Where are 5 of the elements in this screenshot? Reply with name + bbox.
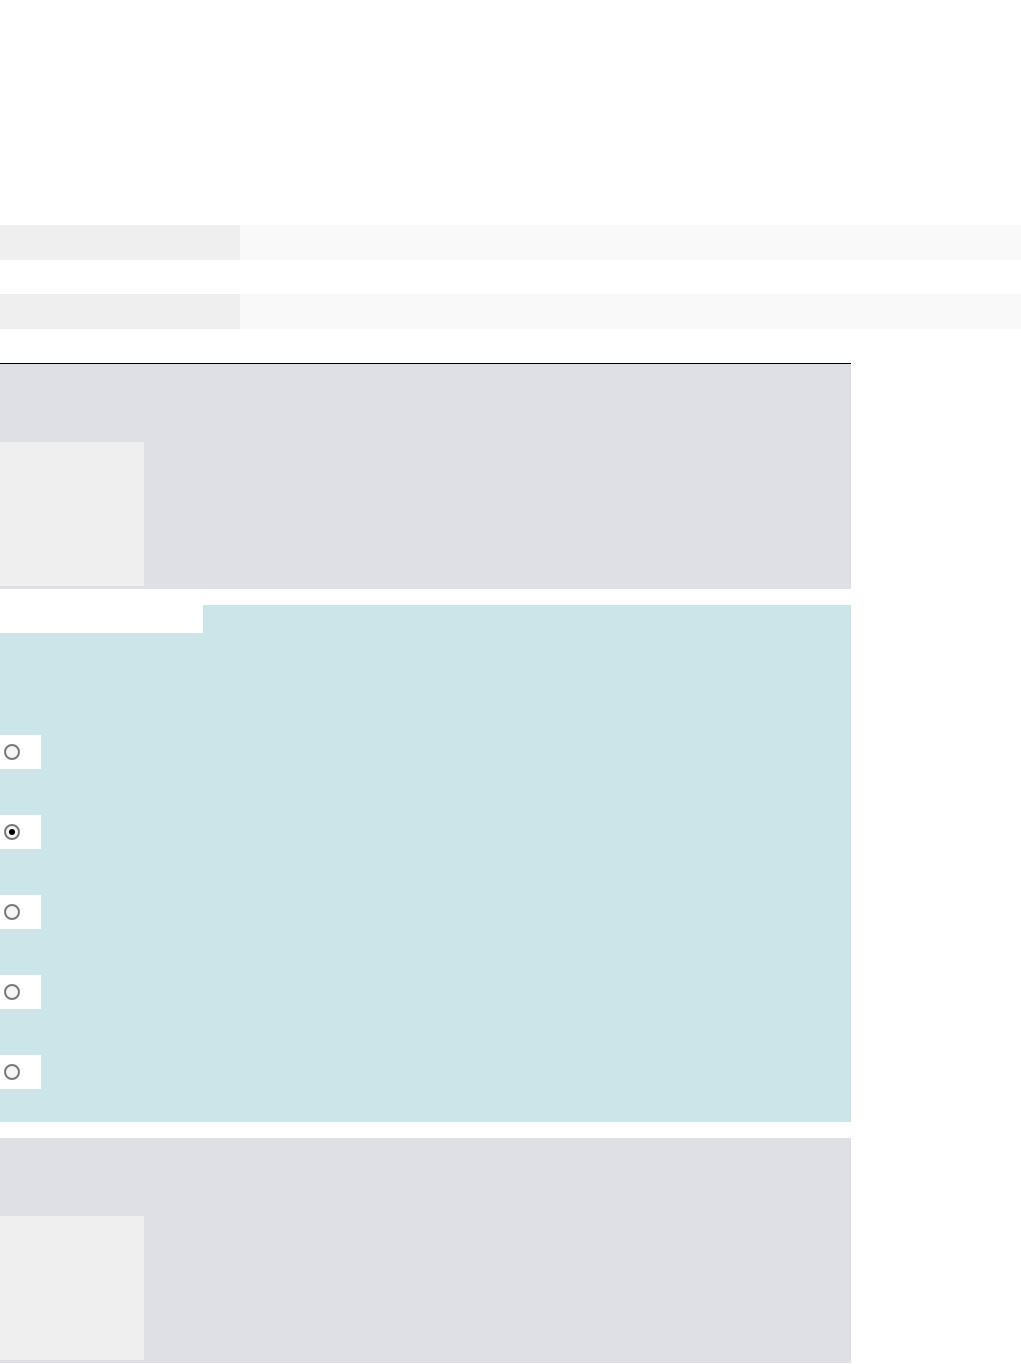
radio-button[interactable] (3, 1063, 21, 1081)
radio-button[interactable] (3, 903, 21, 921)
radio-button[interactable] (3, 743, 21, 761)
radio-button[interactable] (3, 983, 21, 1001)
radio-button[interactable] (3, 823, 21, 841)
